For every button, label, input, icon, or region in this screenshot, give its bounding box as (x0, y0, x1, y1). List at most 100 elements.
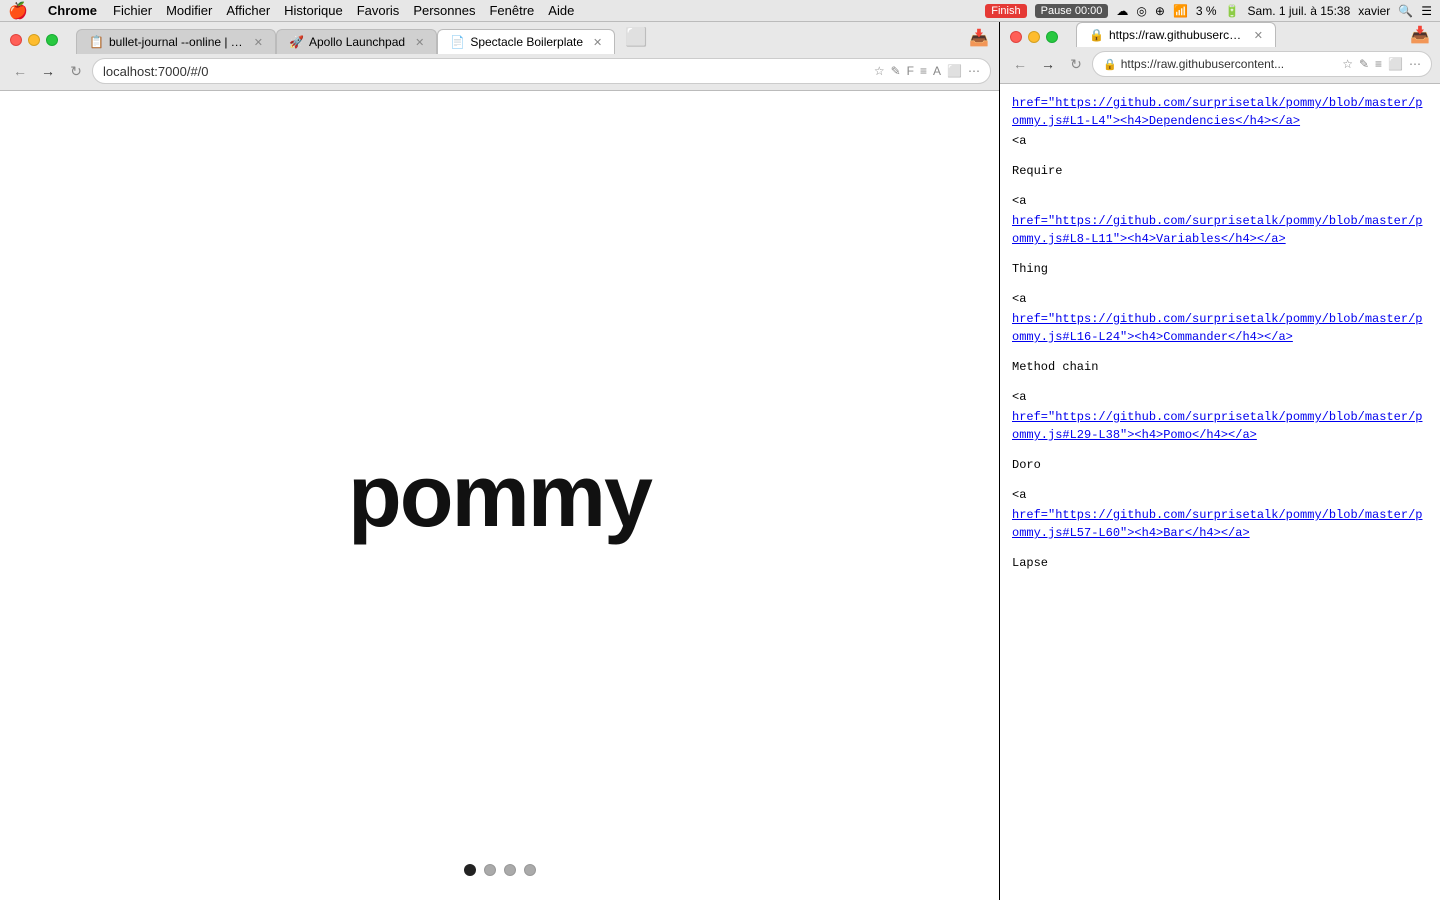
menu-afficher[interactable]: Afficher (226, 3, 270, 18)
raw-link-2[interactable]: href="https://github.com/surprisetalk/po… (1012, 214, 1422, 246)
tab-spectacle-close[interactable]: ✕ (593, 36, 602, 49)
raw-line-method: Method chain (1012, 358, 1428, 376)
font-icon[interactable]: F (907, 64, 914, 78)
left-tabs-row: 📋 bullet-journal --online | Trello ✕ 🚀 A… (68, 22, 666, 54)
bookmark-icon[interactable]: ☆ (874, 64, 885, 78)
left-minimize-button[interactable] (28, 34, 40, 46)
new-tab-button[interactable]: ⬜ (615, 22, 657, 54)
left-close-button[interactable] (10, 34, 22, 46)
raw-line-1: href="https://github.com/surprisetalk/po… (1012, 94, 1428, 130)
username: xavier (1358, 4, 1390, 18)
menu-fenetre[interactable]: Fenêtre (489, 3, 534, 18)
raw-link-1[interactable]: href="https://github.com/surprisetalk/po… (1012, 96, 1422, 128)
left-forward-button[interactable]: → (36, 59, 60, 83)
right-download-icon: 📥 (1410, 27, 1430, 44)
right-reader-icon[interactable]: ≡ (1375, 57, 1382, 71)
pommy-heading: pommy (348, 445, 651, 547)
tab-trello-close[interactable]: ✕ (254, 36, 263, 49)
menu-personnes[interactable]: Personnes (413, 3, 475, 18)
download-icon: 📥 (969, 30, 989, 47)
right-address-bar[interactable]: 🔒 https://raw.githubusercontent... ☆ ✎ ≡… (1092, 51, 1432, 77)
pause-button[interactable]: Pause 00:00 (1035, 4, 1109, 18)
raw-line-pre5: <a (1012, 486, 1428, 504)
profile-icon[interactable]: A (933, 64, 941, 78)
menubar-left: 🍎 Chrome Fichier Modifier Afficher Histo… (8, 1, 574, 21)
left-maximize-button[interactable] (46, 34, 58, 46)
right-more-icon[interactable]: ⋯ (1409, 57, 1421, 71)
finish-button[interactable]: Finish (985, 4, 1026, 18)
tab-apollo-favicon: 🚀 (289, 35, 303, 49)
menubar-right: Finish Pause 00:00 ☁ ◎ ⊕ 📶 3 % 🔋 Sam. 1 … (985, 4, 1432, 18)
left-address-bar[interactable]: localhost:7000/#/0 ☆ ✎ F ≡ A ⬜ ⋯ (92, 58, 991, 84)
right-forward-button[interactable]: → (1036, 52, 1060, 76)
tab-raw-github[interactable]: 🔒 https://raw.githubusercontent... ✕ (1076, 22, 1276, 47)
right-maximize-button[interactable] (1046, 31, 1058, 43)
right-reload-button[interactable]: ↻ (1064, 52, 1088, 76)
left-addressbar-row: ← → ↻ localhost:7000/#/0 ☆ ✎ F ≡ A ⬜ ⋯ (0, 54, 999, 90)
left-reload-button[interactable]: ↻ (64, 59, 88, 83)
menu-historique[interactable]: Historique (284, 3, 343, 18)
control-strip-icon[interactable]: ☰ (1421, 4, 1432, 18)
raw-line-3: href="https://github.com/surprisetalk/po… (1012, 310, 1428, 346)
spotlight-icon[interactable]: 🔍 (1398, 4, 1413, 18)
left-back-button[interactable]: ← (8, 59, 32, 83)
pencil-icon[interactable]: ✎ (891, 64, 901, 78)
right-addressbar-row: ← → ↻ 🔒 https://raw.githubusercontent...… (1000, 47, 1440, 83)
slide-dot-4[interactable] (524, 864, 536, 876)
extra-icon: ⊕ (1155, 4, 1165, 18)
right-pencil-icon[interactable]: ✎ (1359, 57, 1369, 71)
tab-trello[interactable]: 📋 bullet-journal --online | Trello ✕ (76, 29, 276, 54)
right-traffic-lights (1000, 23, 1068, 47)
circle-icon: ◎ (1136, 4, 1146, 18)
raw-line-pre1: <a (1012, 132, 1428, 150)
right-minimize-button[interactable] (1028, 31, 1040, 43)
lock-icon: 🔒 (1103, 58, 1117, 71)
tab-apollo-close[interactable]: ✕ (415, 36, 424, 49)
tab-apollo-title: Apollo Launchpad (309, 35, 405, 49)
menu-aide[interactable]: Aide (548, 3, 574, 18)
raw-link-4[interactable]: href="https://github.com/surprisetalk/po… (1012, 410, 1422, 442)
sidebar-icon[interactable]: ⬜ (947, 64, 962, 78)
slide-dot-1[interactable] (464, 864, 476, 876)
windows-container: 📋 bullet-journal --online | Trello ✕ 🚀 A… (0, 22, 1440, 900)
right-browser-chrome: 🔒 https://raw.githubusercontent... ✕ 📥 ←… (1000, 22, 1440, 84)
right-sidebar-icon[interactable]: ⬜ (1388, 57, 1403, 71)
right-close-button[interactable] (1010, 31, 1022, 43)
browser-right: 🔒 https://raw.githubusercontent... ✕ 📥 ←… (1000, 22, 1440, 900)
browser-left: 📋 bullet-journal --online | Trello ✕ 🚀 A… (0, 22, 1000, 900)
tab-spectacle-favicon: 📄 (450, 35, 464, 49)
menubar: 🍎 Chrome Fichier Modifier Afficher Histo… (0, 0, 1440, 22)
raw-line-doro: Doro (1012, 456, 1428, 474)
right-tabs-row: 🔒 https://raw.githubusercontent... ✕ (1068, 22, 1284, 47)
raw-line-2: href="https://github.com/surprisetalk/po… (1012, 212, 1428, 248)
tab-spectacle-title: Spectacle Boilerplate (470, 35, 583, 49)
right-back-button[interactable]: ← (1008, 52, 1032, 76)
raw-line-thing: Thing (1012, 260, 1428, 278)
tab-raw-title: https://raw.githubusercontent... (1109, 28, 1244, 42)
menu-modifier[interactable]: Modifier (166, 3, 212, 18)
menu-fichier[interactable]: Fichier (113, 3, 152, 18)
tab-apollo[interactable]: 🚀 Apollo Launchpad ✕ (276, 29, 437, 54)
slide-dots (464, 864, 536, 876)
tab-spectacle[interactable]: 📄 Spectacle Boilerplate ✕ (437, 29, 615, 54)
raw-link-5[interactable]: href="https://github.com/surprisetalk/po… (1012, 508, 1422, 540)
menu-items: Fichier Modifier Afficher Historique Fav… (113, 3, 574, 18)
app-name[interactable]: Chrome (48, 3, 97, 18)
raw-link-3[interactable]: href="https://github.com/surprisetalk/po… (1012, 312, 1422, 344)
tab-raw-favicon: 🔒 (1089, 28, 1103, 42)
left-browser-chrome: 📋 bullet-journal --online | Trello ✕ 🚀 A… (0, 22, 999, 91)
tab-raw-close[interactable]: ✕ (1254, 29, 1263, 42)
slide-dot-3[interactable] (504, 864, 516, 876)
menu-favoris[interactable]: Favoris (357, 3, 400, 18)
more-icon[interactable]: ⋯ (968, 64, 980, 78)
apple-icon[interactable]: 🍎 (8, 1, 28, 21)
slide-dot-2[interactable] (484, 864, 496, 876)
raw-line-5: href="https://github.com/surprisetalk/po… (1012, 506, 1428, 542)
raw-line-lapse: Lapse (1012, 554, 1428, 572)
right-raw-content: href="https://github.com/surprisetalk/po… (1000, 84, 1440, 900)
wifi-icon: 📶 (1173, 4, 1188, 18)
reader-icon[interactable]: ≡ (920, 64, 927, 78)
raw-line-4: href="https://github.com/surprisetalk/po… (1012, 408, 1428, 444)
right-bookmark-icon[interactable]: ☆ (1342, 57, 1353, 71)
tab-trello-favicon: 📋 (89, 35, 103, 49)
